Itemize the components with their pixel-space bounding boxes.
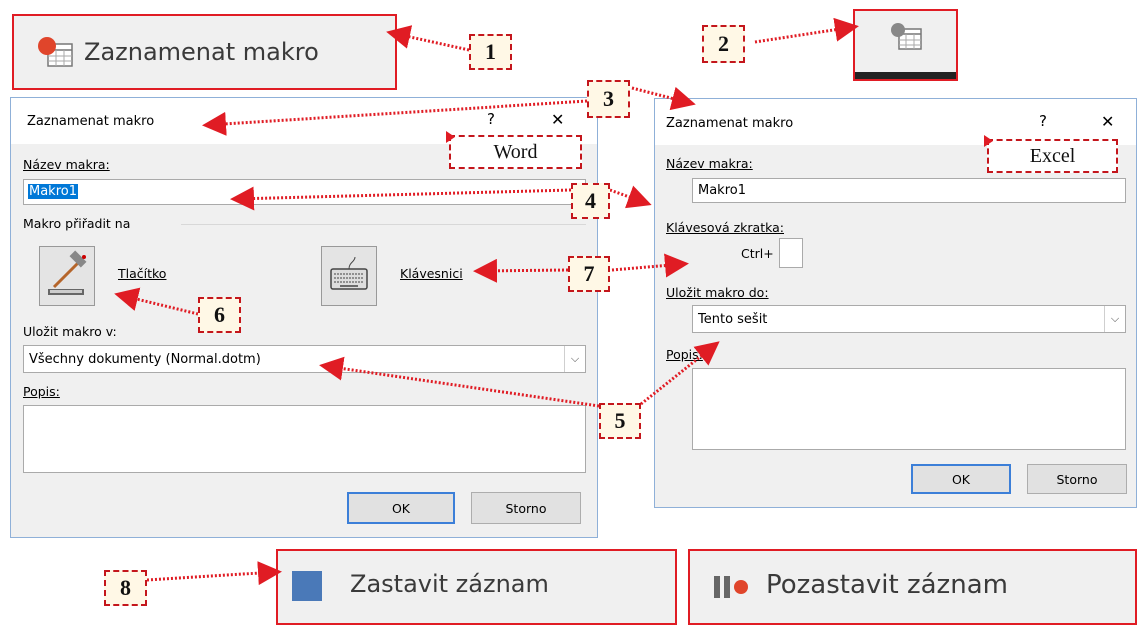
word-close-button[interactable]: ✕ xyxy=(551,110,564,129)
word-macro-name-input[interactable]: Makro1 xyxy=(23,179,586,205)
callout-3: 3 xyxy=(587,80,630,118)
excel-macro-name-label-text: Název makra: xyxy=(666,156,753,171)
word-keyboard-label-text: Klávesnici xyxy=(400,266,463,281)
chevron-down-icon[interactable]: ⌵ xyxy=(1104,306,1125,332)
word-button-label-text: Tlačítko xyxy=(118,266,167,281)
excel-macro-name-input[interactable]: Makro1 xyxy=(692,178,1126,203)
excel-shortcut-label: Klávesová zkratka: xyxy=(666,220,784,235)
excel-app-label: Excel xyxy=(987,139,1118,173)
record-macro-small-icon xyxy=(889,21,923,55)
word-description-textarea[interactable] xyxy=(23,405,586,473)
excel-ok-button[interactable]: OK xyxy=(911,464,1011,494)
excel-store-select[interactable]: Tento sešit ⌵ xyxy=(692,305,1126,333)
callout-4: 4 xyxy=(571,183,610,219)
excel-dialog-title: Zaznamenat makro xyxy=(666,116,794,131)
record-macro-icon-button[interactable] xyxy=(853,9,958,81)
excel-store-label-text: Uložit makro do: xyxy=(666,285,769,300)
excel-cancel-button[interactable]: Storno xyxy=(1027,464,1127,494)
word-description-label: Popis: xyxy=(23,384,60,399)
word-store-select[interactable]: Všechny dokumenty (Normal.dotm) ⌵ xyxy=(23,345,586,373)
word-assign-button[interactable] xyxy=(39,246,95,306)
pause-record-icon xyxy=(712,573,752,601)
word-assign-label: Makro přiřadit na xyxy=(23,216,131,231)
excel-shortcut-input[interactable] xyxy=(779,238,803,268)
callout-6: 6 xyxy=(198,297,241,333)
word-help-button[interactable]: ? xyxy=(487,110,495,128)
word-assign-keyboard[interactable] xyxy=(321,246,377,306)
word-app-label: Word xyxy=(449,135,582,169)
word-assign-divider xyxy=(181,224,586,225)
word-cancel-button[interactable]: Storno xyxy=(471,492,581,524)
hammer-icon xyxy=(48,250,87,295)
word-dialog-title: Zaznamenat makro xyxy=(27,114,155,129)
excel-macro-name-label: Název makra: xyxy=(666,156,753,171)
record-macro-label: Zaznamenat makro xyxy=(84,38,319,66)
excel-help-button[interactable]: ? xyxy=(1039,112,1047,130)
pause-recording-label: Pozastavit záznam xyxy=(766,570,1008,600)
excel-close-button[interactable]: ✕ xyxy=(1101,112,1114,131)
word-keyboard-label: Klávesnici xyxy=(400,266,463,281)
excel-shortcut-label-text: Klávesová zkratka: xyxy=(666,220,784,235)
keyboard-icon xyxy=(330,256,368,290)
pause-recording-ribbon-button[interactable]: Pozastavit záznam xyxy=(688,549,1137,625)
ribbon-bottom-bar xyxy=(855,72,956,79)
stop-recording-ribbon-button[interactable]: Zastavit záznam xyxy=(276,549,677,625)
word-button-label: Tlačítko xyxy=(118,266,166,281)
word-description-label-text: Popis: xyxy=(23,384,60,399)
word-ok-button[interactable]: OK xyxy=(347,492,455,524)
stop-icon xyxy=(292,571,322,601)
chevron-down-icon[interactable]: ⌵ xyxy=(564,346,585,372)
record-macro-icon xyxy=(36,35,74,73)
callout-1: 1 xyxy=(469,34,512,70)
callout-5: 5 xyxy=(599,403,641,439)
excel-macro-name-value: Makro1 xyxy=(698,183,746,198)
excel-store-label: Uložit makro do: xyxy=(666,285,769,300)
callout-8: 8 xyxy=(104,570,147,606)
excel-store-value: Tento sešit xyxy=(698,312,768,327)
word-store-value: Všechny dokumenty (Normal.dotm) xyxy=(29,352,261,367)
word-store-label: Uložit makro v: xyxy=(23,324,117,339)
word-macro-name-label-text: Název makra: xyxy=(23,157,110,172)
excel-description-label-text: Popis: xyxy=(666,347,703,362)
word-macro-name-value: Makro1 xyxy=(28,184,78,199)
stop-recording-label: Zastavit záznam xyxy=(350,570,549,598)
word-macro-name-label: Název makra: xyxy=(23,157,110,172)
callout-7: 7 xyxy=(568,256,610,292)
excel-ctrl-label: Ctrl+ xyxy=(741,246,774,261)
callout-2: 2 xyxy=(702,25,745,63)
record-macro-ribbon-button[interactable]: Zaznamenat makro xyxy=(12,14,397,90)
excel-description-textarea[interactable] xyxy=(692,368,1126,450)
excel-description-label: Popis: xyxy=(666,347,703,362)
